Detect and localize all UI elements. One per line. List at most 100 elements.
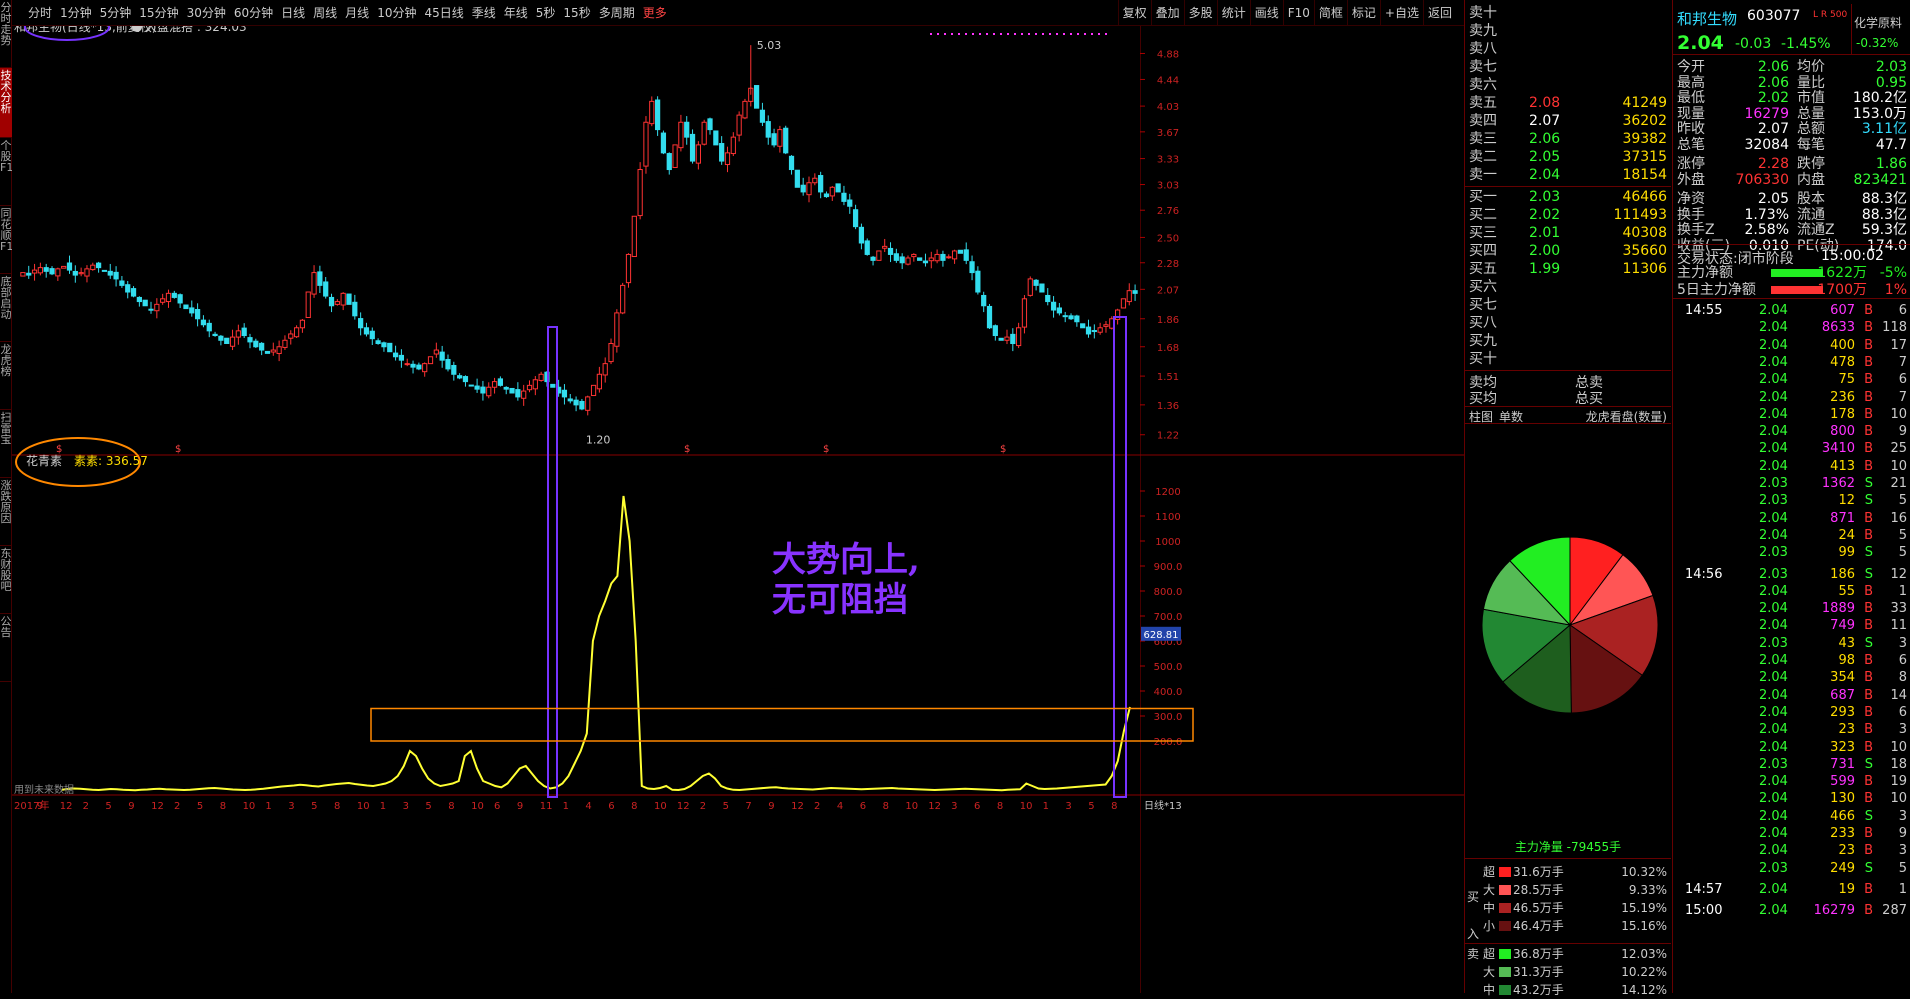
period-tab[interactable]: 15分钟	[135, 0, 182, 26]
tick-row: 2.04 413 B 10	[1673, 458, 1910, 476]
tick-count: 33	[1890, 601, 1907, 617]
sell-order-row[interactable]: 卖二 2.05 37315	[1467, 148, 1671, 166]
period-tab[interactable]: 5秒	[532, 0, 560, 26]
tick-direction: B	[1864, 791, 1873, 807]
period-tab[interactable]: 1分钟	[56, 0, 96, 26]
sell-order-row[interactable]: 卖七	[1467, 58, 1671, 76]
candle	[130, 286, 137, 298]
period-tab[interactable]: 5分钟	[96, 0, 136, 26]
x-tick-label: 10	[654, 801, 667, 812]
x-tick-label: 9	[128, 801, 134, 812]
x-tick-label: 6	[608, 801, 614, 812]
main-chart[interactable]: 和邦生物(日线*13,前复权)大盘混搭 : 324.034.884.444.03…	[12, 26, 1464, 993]
tool-button[interactable]: 统计	[1216, 0, 1250, 26]
x-tick-label: 10	[471, 801, 484, 812]
buy-order-row[interactable]: 买一 2.03 46466	[1467, 188, 1671, 206]
tick-volume: 400	[1830, 337, 1855, 353]
period-tab[interactable]: 60分钟	[230, 0, 277, 26]
left-tab[interactable]: 同花顺F10	[0, 206, 12, 274]
sell-order-row[interactable]: 卖九	[1467, 22, 1671, 40]
sell-order-row[interactable]: 卖三 2.06 39382	[1467, 130, 1671, 148]
period-tab[interactable]: 分时	[24, 0, 56, 26]
period-tab[interactable]: 30分钟	[183, 0, 230, 26]
tick-count: 118	[1882, 320, 1907, 336]
tick-volume: 75	[1838, 372, 1855, 388]
buy-order-row[interactable]: 买六	[1467, 278, 1671, 296]
period-tab[interactable]: 45日线	[420, 0, 467, 26]
sell-order-row[interactable]: 卖一 2.04 18154	[1467, 166, 1671, 184]
flow-buy-label-2: 入	[1467, 927, 1480, 941]
candle	[171, 290, 177, 299]
tool-button[interactable]: 画线	[1249, 0, 1283, 26]
candle	[113, 266, 119, 287]
buy-order-row[interactable]: 买九	[1467, 332, 1671, 350]
sell-order-row[interactable]: 卖五 2.08 41249	[1467, 94, 1671, 112]
candle	[532, 376, 538, 396]
tick-price: 2.04	[1759, 372, 1788, 388]
tool-button[interactable]: 返回	[1422, 0, 1456, 26]
left-tab[interactable]: 底部启动	[0, 274, 12, 342]
left-tab[interactable]: 龙虎榜	[0, 342, 12, 410]
sell-order-row[interactable]: 卖四 2.07 36202	[1467, 112, 1671, 130]
min-price-label: 1.20	[586, 433, 611, 446]
candle	[579, 398, 585, 411]
left-tab[interactable]: 技术分析	[0, 68, 12, 138]
tab-bar-chart[interactable]: 柱图	[1469, 408, 1493, 425]
period-tab[interactable]: 15秒	[559, 0, 594, 26]
flow-color-swatch	[1499, 903, 1511, 913]
tool-button[interactable]: +自选	[1379, 0, 1423, 26]
tick-volume: 186	[1830, 566, 1855, 582]
period-tab[interactable]: 月线	[341, 0, 373, 26]
x-tick-label: 3	[1065, 801, 1071, 812]
tool-button[interactable]: 简框	[1313, 0, 1347, 26]
tool-button[interactable]: 叠加	[1150, 0, 1184, 26]
more-button[interactable]: 更多	[639, 0, 671, 26]
left-tab[interactable]: 扫雷宝	[0, 410, 12, 478]
sell-order-row[interactable]: 卖六	[1467, 76, 1671, 94]
x-tick-label: 9	[517, 801, 523, 812]
candle	[1021, 295, 1028, 334]
candle	[125, 280, 131, 299]
candle	[189, 300, 195, 317]
tool-button[interactable]: 标记	[1346, 0, 1380, 26]
tick-direction: S	[1864, 545, 1873, 561]
main-flow-pct: 1%	[1884, 282, 1907, 298]
left-tab[interactable]: 涨跌原因	[0, 478, 12, 546]
x-tick-label: 1	[563, 801, 569, 812]
flow-volume: 28.5万手	[1513, 883, 1564, 897]
period-tab[interactable]: 年线	[500, 0, 532, 26]
period-tab[interactable]: 10分钟	[373, 0, 420, 26]
sell-order-row[interactable]: 卖十	[1467, 4, 1671, 22]
left-tab[interactable]: 分时走势	[0, 0, 12, 68]
buy-order-row[interactable]: 买八	[1467, 314, 1671, 332]
left-tab[interactable]: 东财股吧	[0, 546, 12, 614]
tick-row: 2.04 75 B 6	[1673, 371, 1910, 389]
tool-button[interactable]: 复权	[1117, 0, 1151, 26]
buy-order-row[interactable]: 买四 2.00 35660	[1467, 242, 1671, 260]
buy-order-row[interactable]: 买三 2.01 40308	[1467, 224, 1671, 242]
order-label: 买三	[1469, 225, 1497, 241]
period-tab[interactable]: 日线	[277, 0, 309, 26]
period-tab[interactable]: 周线	[309, 0, 341, 26]
buy-order-row[interactable]: 买十	[1467, 350, 1671, 368]
tool-button[interactable]: 多股	[1183, 0, 1217, 26]
threshold-box	[370, 707, 1194, 742]
period-tab[interactable]: 季线	[468, 0, 500, 26]
candle	[1039, 283, 1045, 293]
buy-order-row[interactable]: 买五 1.99 11306	[1467, 260, 1671, 278]
tab-dragon-tiger[interactable]: 龙虎看盘(数量)	[1586, 408, 1667, 425]
stat-label: 每笔	[1797, 136, 1825, 153]
candle	[724, 146, 731, 173]
left-tab[interactable]: 个股F10	[0, 138, 12, 206]
left-tab[interactable]: 公告	[0, 614, 12, 682]
top-toolbar: 分时 1分钟 5分钟 15分钟 30分钟 60分钟 日线 周线 月线 10分钟 45日线 季线 年线 5秒…	[12, 0, 1464, 26]
period-tab[interactable]: 多周期	[595, 0, 639, 26]
tab-count[interactable]: 单数	[1499, 408, 1523, 425]
buy-order-row[interactable]: 买七	[1467, 296, 1671, 314]
tick-price: 2.04	[1759, 458, 1788, 474]
sector-box[interactable]: 化学原料 -0.32%	[1851, 4, 1909, 54]
candle	[876, 250, 882, 261]
sell-order-row[interactable]: 卖八	[1467, 40, 1671, 58]
tool-button[interactable]: F10	[1282, 0, 1314, 26]
buy-order-row[interactable]: 买二 2.02 111493	[1467, 206, 1671, 224]
